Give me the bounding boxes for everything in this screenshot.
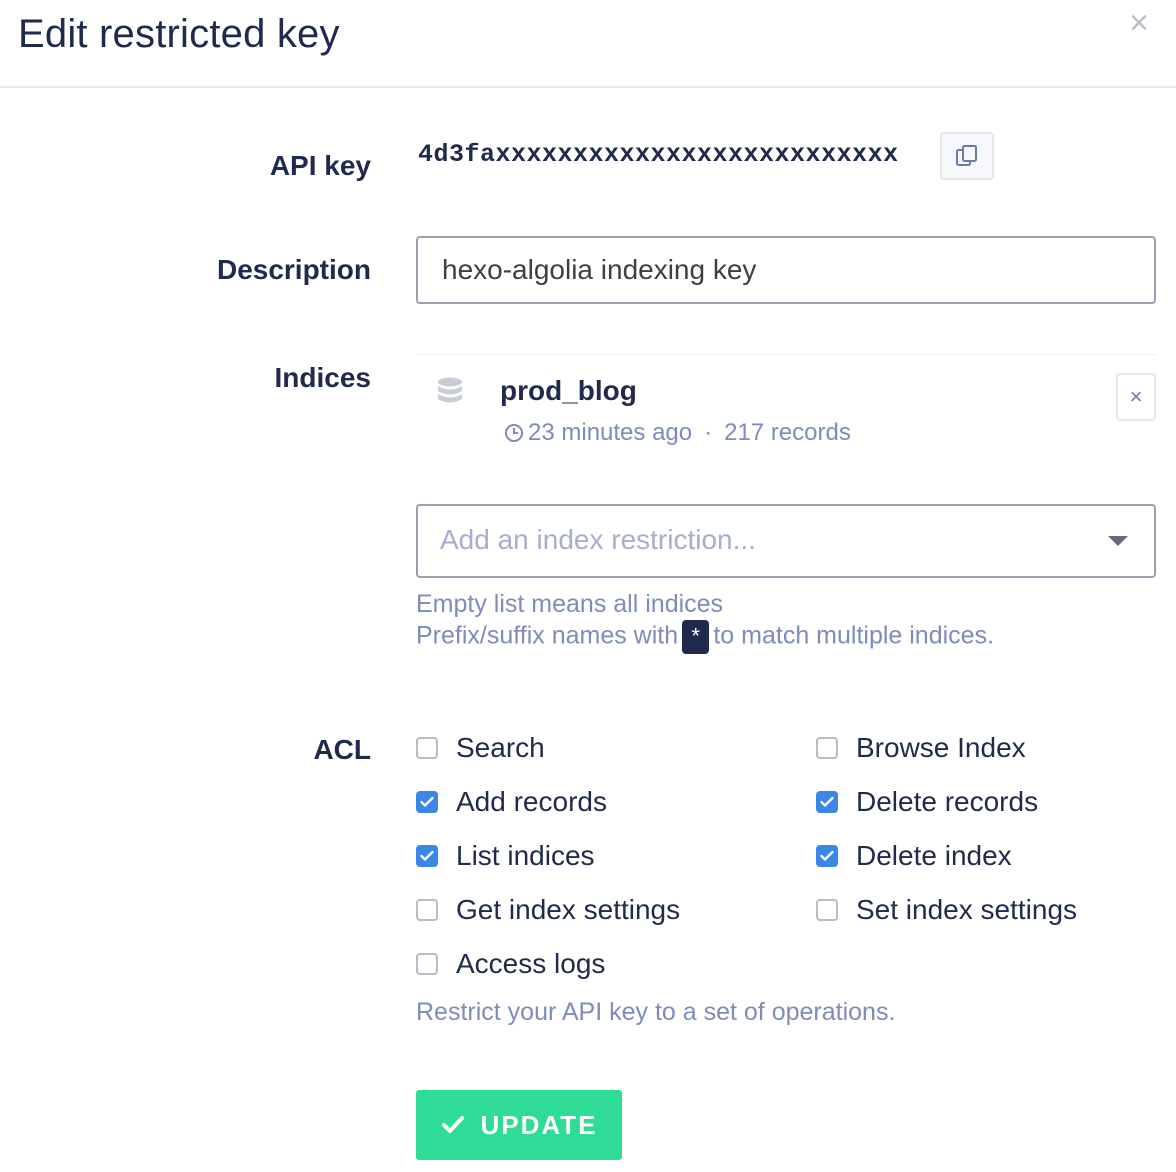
acl-label: ACL	[313, 734, 371, 765]
acl-item-label: Set index settings	[856, 894, 1078, 925]
meta-separator: ·	[704, 419, 713, 446]
acl-item[interactable]: Get index settings	[416, 894, 680, 926]
acl-item-label: List indices	[456, 840, 595, 871]
acl-item[interactable]: Delete records	[816, 786, 1038, 818]
wildcard-badge: *	[682, 620, 710, 654]
modal-title: Edit restricted key	[18, 12, 340, 56]
clock-icon	[505, 424, 523, 442]
acl-help: Restrict your API key to a set of operat…	[416, 998, 896, 1026]
acl-checkbox[interactable]	[816, 791, 838, 813]
acl-checkbox[interactable]	[416, 737, 438, 759]
acl-checkbox[interactable]	[416, 899, 438, 921]
acl-item-label: Access logs	[456, 948, 606, 979]
index-record-count: 217 records	[724, 419, 851, 446]
check-icon	[820, 850, 834, 861]
index-name: prod_blog	[500, 375, 637, 406]
acl-item-label: Get index settings	[456, 894, 681, 925]
acl-checkbox[interactable]	[416, 791, 438, 813]
indices-help-line2: Prefix/suffix names with * to match multip…	[416, 620, 994, 654]
acl-checkbox[interactable]	[816, 737, 838, 759]
copy-api-key-button[interactable]	[940, 132, 994, 180]
acl-item-label: Delete index	[856, 840, 1012, 871]
help-text-after: to match multiple indices.	[713, 621, 995, 650]
acl-checkbox[interactable]	[416, 953, 438, 975]
edit-restricted-key-modal: Edit restricted key × API key 4d3faxxxxx…	[0, 0, 1176, 1172]
close-icon[interactable]: ×	[1122, 6, 1156, 40]
remove-index-button[interactable]: ×	[1116, 373, 1156, 421]
check-icon	[820, 796, 834, 807]
description-label: Description	[216, 254, 371, 285]
chevron-down-icon	[1108, 536, 1128, 546]
index-updated-time: 23 minutes ago	[528, 419, 693, 446]
acl-item[interactable]: Access logs	[416, 948, 605, 980]
database-icon	[438, 377, 462, 403]
index-list-item: prod_blog 23 minutes ago · 217 records ×	[416, 354, 1156, 465]
acl-item-label: Browse Index	[856, 732, 1026, 763]
description-input[interactable]	[416, 236, 1156, 304]
api-key-value: 4d3faxxxxxxxxxxxxxxxxxxxxxxxxxx	[418, 140, 899, 169]
acl-item-label: Delete records	[856, 786, 1039, 817]
acl-item[interactable]: Browse Index	[816, 732, 1026, 764]
acl-checkbox[interactable]	[816, 845, 838, 867]
acl-item[interactable]: Add records	[416, 786, 607, 818]
copy-icon	[956, 145, 977, 166]
check-icon	[420, 796, 434, 807]
modal-header: Edit restricted key ×	[0, 0, 1176, 88]
index-meta: 23 minutes ago · 217 records	[504, 419, 851, 447]
select-placeholder: Add an index restriction...	[440, 524, 756, 555]
indices-label: Indices	[274, 362, 371, 393]
acl-item[interactable]: List indices	[416, 840, 595, 872]
acl-item-label: Search	[456, 732, 545, 763]
update-button-label: UPDATE	[480, 1109, 598, 1140]
acl-item[interactable]: Search	[416, 732, 545, 764]
help-text-before: Prefix/suffix names with	[416, 621, 679, 650]
check-icon	[420, 850, 434, 861]
indices-help-line1: Empty list means all indices	[416, 590, 724, 618]
index-restriction-select[interactable]: Add an index restriction...	[416, 504, 1156, 578]
check-icon	[441, 1116, 464, 1133]
acl-checkbox[interactable]	[416, 845, 438, 867]
api-key-label: API key	[269, 150, 371, 181]
acl-item-label: Add records	[456, 786, 607, 817]
update-button[interactable]: UPDATE	[416, 1090, 622, 1160]
acl-item[interactable]: Set index settings	[816, 894, 1077, 926]
acl-checkbox[interactable]	[816, 899, 838, 921]
acl-item[interactable]: Delete index	[816, 840, 1012, 872]
